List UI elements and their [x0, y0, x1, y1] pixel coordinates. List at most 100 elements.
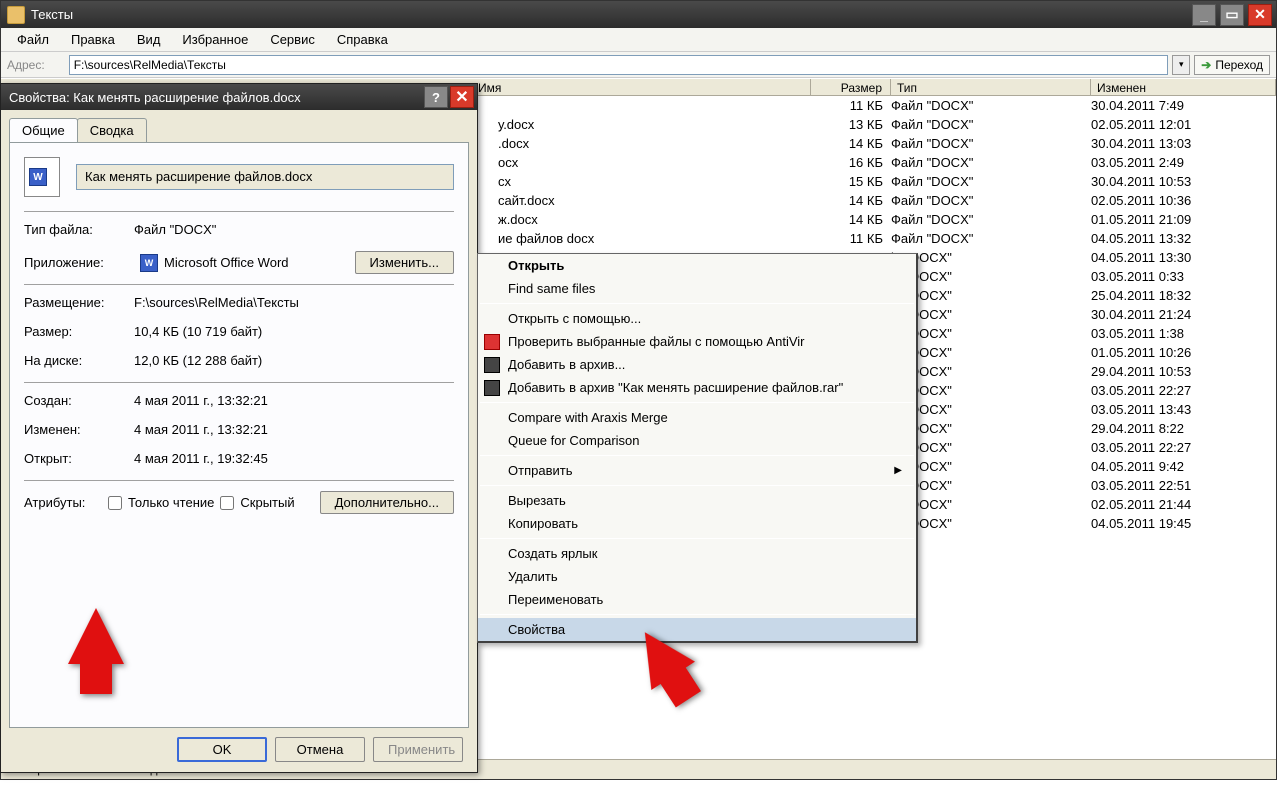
label-hidden: Скрытый: [240, 495, 294, 510]
menu-edit[interactable]: Правка: [61, 30, 125, 49]
file-name: ие файлов docx: [478, 231, 811, 246]
maximize-button[interactable]: ▭: [1220, 4, 1244, 26]
dialog-titlebar[interactable]: Свойства: Как менять расширение файлов.d…: [1, 84, 477, 110]
folder-icon: [49, 57, 65, 73]
label-modified: Изменен:: [24, 422, 134, 437]
ctx-find-same[interactable]: Find same files: [478, 277, 916, 300]
word-icon: W: [140, 254, 158, 272]
address-label: Адрес:: [7, 58, 45, 72]
ctx-properties[interactable]: Свойства: [478, 618, 916, 641]
file-date: 30.04.2011 10:53: [1091, 174, 1276, 189]
go-button[interactable]: ➔Переход: [1194, 55, 1270, 75]
tab-general[interactable]: Общие: [9, 118, 78, 142]
window-title: Тексты: [31, 7, 73, 22]
col-type[interactable]: Тип: [891, 79, 1091, 95]
menu-view[interactable]: Вид: [127, 30, 171, 49]
file-name: .docx: [478, 136, 811, 151]
value-filetype: Файл "DOCX": [134, 222, 454, 237]
menubar: Файл Правка Вид Избранное Сервис Справка: [1, 28, 1276, 52]
ctx-antivir[interactable]: Проверить выбранные файлы с помощью Anti…: [478, 330, 916, 353]
file-row[interactable]: cx15 КБФайл "DOCX"30.04.2011 10:53: [478, 172, 1276, 191]
file-name: ж.docx: [478, 212, 811, 227]
ctx-copy[interactable]: Копировать: [478, 512, 916, 535]
file-row[interactable]: у.docx13 КБФайл "DOCX"02.05.2011 12:01: [478, 115, 1276, 134]
file-type: іл "DOCX": [891, 288, 1091, 303]
file-type: Файл "DOCX": [891, 117, 1091, 132]
context-menu: Открыть Find same files Открыть с помощь…: [477, 253, 918, 643]
value-size: 10,4 КБ (10 719 байт): [134, 324, 454, 339]
label-app: Приложение:: [24, 255, 134, 270]
properties-dialog: Свойства: Как менять расширение файлов.d…: [0, 83, 478, 773]
col-size[interactable]: Размер: [811, 79, 891, 95]
file-type: Файл "DOCX": [891, 212, 1091, 227]
label-readonly: Только чтение: [128, 495, 214, 510]
file-type: іл "DOCX": [891, 402, 1091, 417]
ctx-araxis[interactable]: Compare with Araxis Merge: [478, 406, 916, 429]
file-row[interactable]: 11 КБФайл "DOCX"30.04.2011 7:49: [478, 96, 1276, 115]
file-type: іл "DOCX": [891, 307, 1091, 322]
titlebar[interactable]: Тексты _ ▭ ✕: [1, 1, 1276, 28]
menu-fav[interactable]: Избранное: [172, 30, 258, 49]
minimize-button[interactable]: _: [1192, 4, 1216, 26]
file-name: у.docx: [478, 117, 811, 132]
value-created: 4 мая 2011 г., 13:32:21: [134, 393, 454, 408]
advanced-button[interactable]: Дополнительно...: [320, 491, 454, 514]
menu-tools[interactable]: Сервис: [260, 30, 325, 49]
go-arrow-icon: ➔: [1201, 58, 1211, 72]
close-button[interactable]: ✕: [1248, 4, 1272, 26]
ctx-open[interactable]: Открыть: [478, 254, 916, 277]
submenu-arrow-icon: ▶: [894, 465, 908, 476]
file-type: Файл "DOCX": [891, 193, 1091, 208]
file-date: 04.05.2011 9:42: [1091, 459, 1276, 474]
file-row[interactable]: ocx16 КБФайл "DOCX"03.05.2011 2:49: [478, 153, 1276, 172]
ctx-open-with[interactable]: Открыть с помощью...: [478, 307, 916, 330]
file-date: 03.05.2011 0:33: [1091, 269, 1276, 284]
file-date: 30.04.2011 13:03: [1091, 136, 1276, 151]
file-row[interactable]: ие файлов docx11 КБФайл "DOCX"04.05.2011…: [478, 229, 1276, 248]
ctx-shortcut[interactable]: Создать ярлык: [478, 542, 916, 565]
file-date: 30.04.2011 7:49: [1091, 98, 1276, 113]
ctx-delete[interactable]: Удалить: [478, 565, 916, 588]
checkbox-readonly[interactable]: [108, 496, 122, 510]
annotation-arrow-1: [68, 608, 124, 664]
file-size: 13 КБ: [811, 117, 891, 132]
tab-summary[interactable]: Сводка: [77, 118, 147, 142]
file-name: ocx: [478, 155, 811, 170]
ctx-add-archive-named[interactable]: Добавить в архив "Как менять расширение …: [478, 376, 916, 399]
dialog-close-button[interactable]: ✕: [450, 86, 474, 108]
ctx-queue[interactable]: Queue for Comparison: [478, 429, 916, 452]
rar-icon: [484, 380, 500, 396]
file-type: іл "DOCX": [891, 421, 1091, 436]
menu-help[interactable]: Справка: [327, 30, 398, 49]
ctx-cut[interactable]: Вырезать: [478, 489, 916, 512]
change-app-button[interactable]: Изменить...: [355, 251, 454, 274]
file-date: 01.05.2011 10:26: [1091, 345, 1276, 360]
filename-field[interactable]: Как менять расширение файлов.docx: [76, 164, 454, 190]
file-type-icon: [24, 157, 60, 197]
value-modified: 4 мая 2011 г., 13:32:21: [134, 422, 454, 437]
file-date: 02.05.2011 10:36: [1091, 193, 1276, 208]
ctx-add-archive[interactable]: Добавить в архив...: [478, 353, 916, 376]
label-accessed: Открыт:: [24, 451, 134, 466]
file-date: 03.05.2011 13:43: [1091, 402, 1276, 417]
file-size: 14 КБ: [811, 136, 891, 151]
file-row[interactable]: .docx14 КБФайл "DOCX"30.04.2011 13:03: [478, 134, 1276, 153]
cancel-button[interactable]: Отмена: [275, 737, 365, 762]
file-row[interactable]: сайт.docx14 КБФайл "DOCX"02.05.2011 10:3…: [478, 191, 1276, 210]
col-date[interactable]: Изменен: [1091, 79, 1276, 95]
file-row[interactable]: ж.docx14 КБФайл "DOCX"01.05.2011 21:09: [478, 210, 1276, 229]
file-type: іл "DOCX": [891, 478, 1091, 493]
checkbox-hidden[interactable]: [220, 496, 234, 510]
antivir-icon: [484, 334, 500, 350]
apply-button[interactable]: Применить: [373, 737, 463, 762]
file-size: 11 КБ: [811, 231, 891, 246]
ok-button[interactable]: OK: [177, 737, 267, 762]
ctx-send[interactable]: Отправить▶: [478, 459, 916, 482]
dialog-help-button[interactable]: ?: [424, 86, 448, 108]
address-field[interactable]: F:\sources\RelMedia\Тексты: [69, 55, 1169, 75]
menu-file[interactable]: Файл: [7, 30, 59, 49]
file-type: Файл "DOCX": [891, 98, 1091, 113]
file-size: 14 КБ: [811, 193, 891, 208]
ctx-rename[interactable]: Переименовать: [478, 588, 916, 611]
address-dropdown[interactable]: ▾: [1172, 55, 1190, 75]
